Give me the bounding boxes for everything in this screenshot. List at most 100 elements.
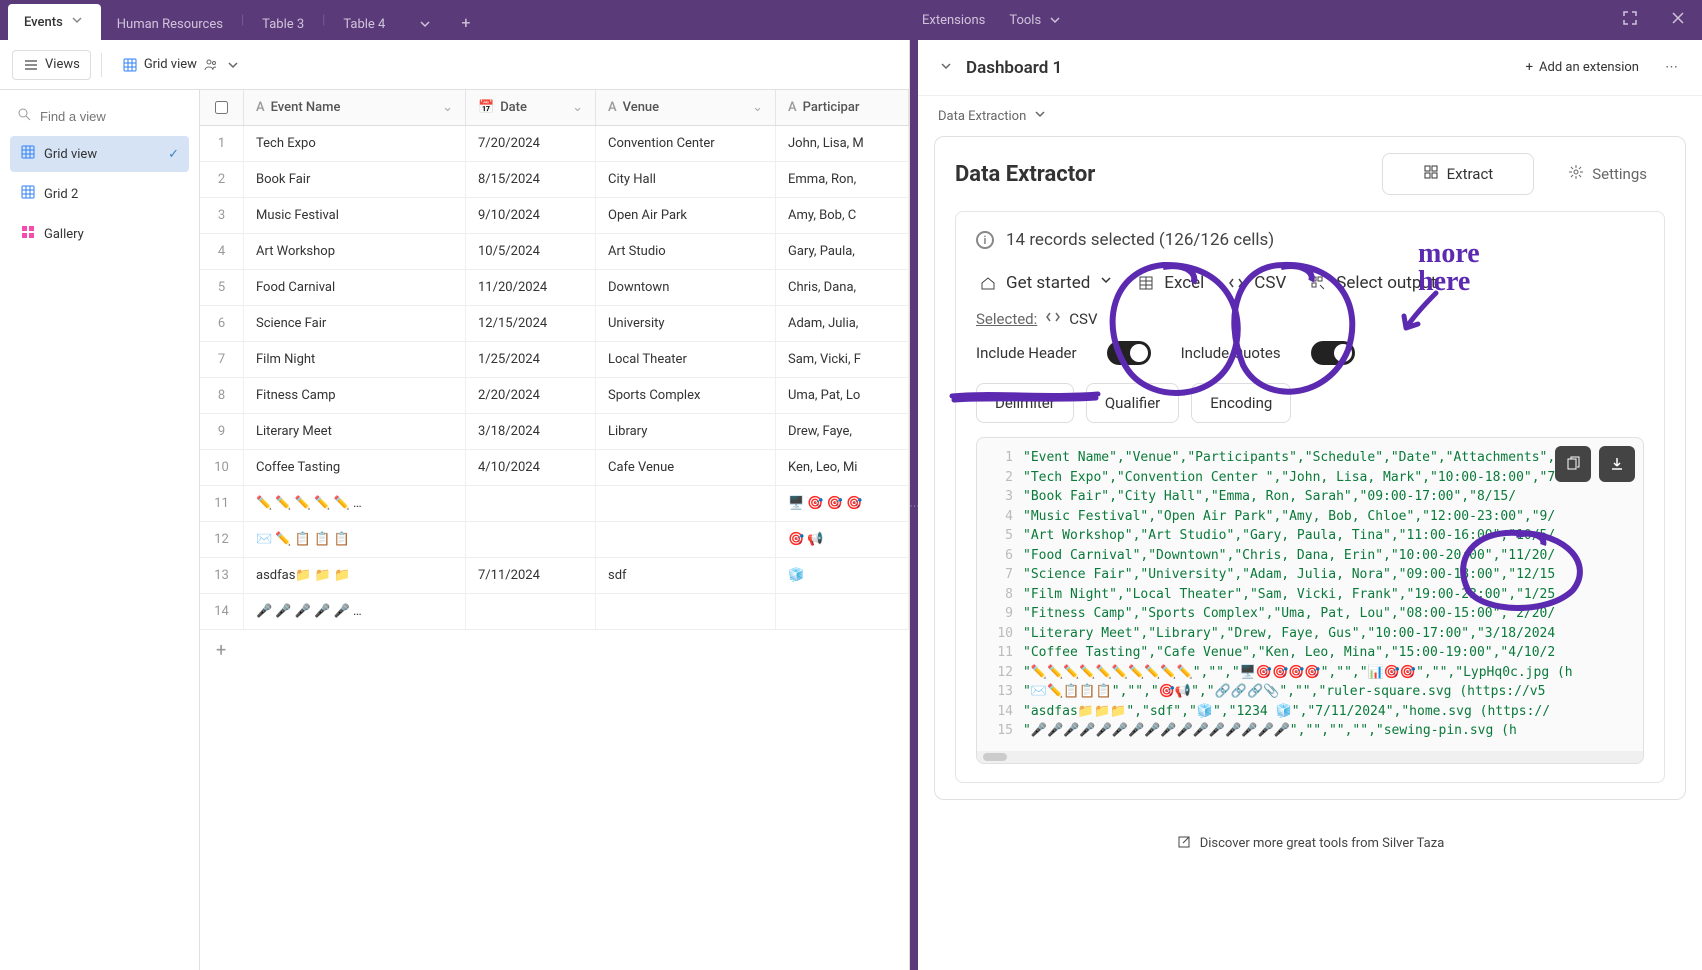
add-table-button[interactable]: + [449,5,482,40]
search-icon[interactable] [877,57,897,73]
table-row[interactable]: 7Film Night1/25/2024Local TheaterSam, Vi… [200,342,909,378]
cell-participants[interactable]: Gary, Paula, [776,234,909,269]
chevron-down-icon[interactable] [938,58,954,78]
cell-venue[interactable]: Open Air Park [596,198,776,233]
table-row[interactable]: 12✉️ ✏️ 📋 📋 📋🎯 📢 [200,522,909,558]
cell-event-name[interactable]: Fitness Camp [244,378,466,413]
data-grid[interactable]: AEvent Name⌄ 📅Date⌄ AVenue⌄ AParticipar … [200,90,909,970]
cell-event-name[interactable]: ✏️ ✏️ ✏️ ✏️ ✏️ … [244,486,466,521]
tab-table3[interactable]: Table 3 [246,9,320,40]
chevron-down-icon[interactable] [225,57,241,73]
table-row[interactable]: 5Food Carnival11/20/2024DowntownChris, D… [200,270,909,306]
tools-menu[interactable]: Tools [1009,12,1063,28]
excel-button[interactable]: Excel [1134,269,1206,297]
row-height-icon[interactable] [411,57,431,73]
cell-date[interactable]: 9/10/2024 [466,198,596,233]
table-row[interactable]: 10Coffee Tasting4/10/2024Cafe VenueKen, … [200,450,909,486]
column-date[interactable]: 📅Date⌄ [466,90,596,125]
cell-date[interactable]: 7/11/2024 [466,558,596,593]
cell-event-name[interactable]: Film Night [244,342,466,377]
csv-button[interactable]: CSV [1224,269,1288,297]
horizontal-scrollbar[interactable] [977,751,1643,763]
cell-venue[interactable]: sdf [596,558,776,593]
cell-date[interactable]: 1/25/2024 [466,342,596,377]
discover-link[interactable]: Discover more great tools from Silver Ta… [918,816,1702,872]
gridview-button[interactable]: Grid view [112,51,251,79]
views-button[interactable]: Views [12,50,91,80]
table-row[interactable]: 11✏️ ✏️ ✏️ ✏️ ✏️ …🖥️ 🎯 🎯 🎯 [200,486,909,522]
table-row[interactable]: 13asdfas📁 📁 📁7/11/2024sdf🧊 [200,558,909,594]
cell-venue[interactable]: Art Studio [596,234,776,269]
sidebar-item-gallery[interactable]: Gallery [10,216,189,252]
chevron-down-icon[interactable]: ⌄ [752,100,763,115]
column-venue[interactable]: AVenue⌄ [596,90,776,125]
tab-events[interactable]: Events [8,4,101,40]
cell-venue[interactable] [596,522,776,557]
cell-event-name[interactable]: Tech Expo [244,126,466,161]
tab-table4[interactable]: Table 4 [327,9,401,40]
sidebar-item-grid-view[interactable]: Grid view✓ [10,136,189,172]
extract-button[interactable]: Extract [1382,153,1535,195]
cell-venue[interactable]: Local Theater [596,342,776,377]
cell-participants[interactable]: Ken, Leo, Mi [776,450,909,485]
table-row[interactable]: 6Science Fair12/15/2024UniversityAdam, J… [200,306,909,342]
cell-participants[interactable] [776,594,909,629]
sort-icon[interactable] [351,57,371,73]
table-row[interactable]: 9Literary Meet3/18/2024LibraryDrew, Faye… [200,414,909,450]
cell-date[interactable]: 7/20/2024 [466,126,596,161]
column-participants[interactable]: AParticipar [776,90,909,125]
cell-date[interactable]: 4/10/2024 [466,450,596,485]
cell-venue[interactable]: Sports Complex [596,378,776,413]
download-button[interactable] [1599,446,1635,482]
cell-venue[interactable]: City Hall [596,162,776,197]
cell-participants[interactable]: Emma, Ron, [776,162,909,197]
cell-venue[interactable] [596,594,776,629]
code-output[interactable]: 1"Event Name","Venue","Participants","Sc… [976,437,1644,764]
pane-splitter[interactable]: ⋮ [910,40,918,970]
group-icon[interactable] [321,57,341,73]
tab-overflow[interactable] [401,8,449,40]
include-quotes-toggle[interactable] [1311,341,1355,365]
hide-fields-icon[interactable] [261,57,281,73]
cell-event-name[interactable]: Music Festival [244,198,466,233]
cell-event-name[interactable]: Art Workshop [244,234,466,269]
select-all-checkbox[interactable] [200,90,244,125]
cell-date[interactable]: 2/20/2024 [466,378,596,413]
cell-date[interactable] [466,594,596,629]
table-row[interactable]: 1Tech Expo7/20/2024Convention CenterJohn… [200,126,909,162]
tab-hr[interactable]: Human Resources [101,9,239,40]
column-event-name[interactable]: AEvent Name⌄ [244,90,466,125]
color-icon[interactable] [381,57,401,73]
cell-participants[interactable]: Amy, Bob, C [776,198,909,233]
cell-event-name[interactable]: Literary Meet [244,414,466,449]
include-header-toggle[interactable] [1107,341,1151,365]
table-row[interactable]: 4Art Workshop10/5/2024Art StudioGary, Pa… [200,234,909,270]
cell-participants[interactable]: Drew, Faye, [776,414,909,449]
cell-event-name[interactable]: Food Carnival [244,270,466,305]
encoding-button[interactable]: Encoding [1191,383,1291,423]
cell-venue[interactable]: Library [596,414,776,449]
chevron-down-icon[interactable]: ⌄ [442,100,453,115]
cell-participants[interactable]: 🎯 📢 [776,522,909,557]
cell-venue[interactable]: Convention Center [596,126,776,161]
table-row[interactable]: 2Book Fair8/15/2024City HallEmma, Ron, [200,162,909,198]
select-output-button[interactable]: Select output [1306,269,1438,297]
add-extension-button[interactable]: + Add an extension [1516,54,1649,81]
cell-event-name[interactable]: 🎤 🎤 🎤 🎤 🎤 … [244,594,466,629]
search-input[interactable] [40,109,216,124]
cell-date[interactable]: 8/15/2024 [466,162,596,197]
copy-button[interactable] [1555,446,1591,482]
table-row[interactable]: 8Fitness Camp2/20/2024Sports ComplexUma,… [200,378,909,414]
cell-event-name[interactable]: ✉️ ✏️ 📋 📋 📋 [244,522,466,557]
cell-participants[interactable]: 🖥️ 🎯 🎯 🎯 [776,486,909,521]
get-started-button[interactable]: Get started [976,268,1116,297]
table-row[interactable]: 3Music Festival9/10/2024Open Air ParkAmy… [200,198,909,234]
cell-event-name[interactable]: Science Fair [244,306,466,341]
extensions-tab[interactable]: Extensions [922,13,985,28]
table-row[interactable]: 14🎤 🎤 🎤 🎤 🎤 … [200,594,909,630]
cell-date[interactable]: 10/5/2024 [466,234,596,269]
cell-venue[interactable]: University [596,306,776,341]
cell-event-name[interactable]: Coffee Tasting [244,450,466,485]
chevron-down-icon[interactable] [69,12,85,32]
settings-button[interactable]: Settings [1550,154,1665,194]
